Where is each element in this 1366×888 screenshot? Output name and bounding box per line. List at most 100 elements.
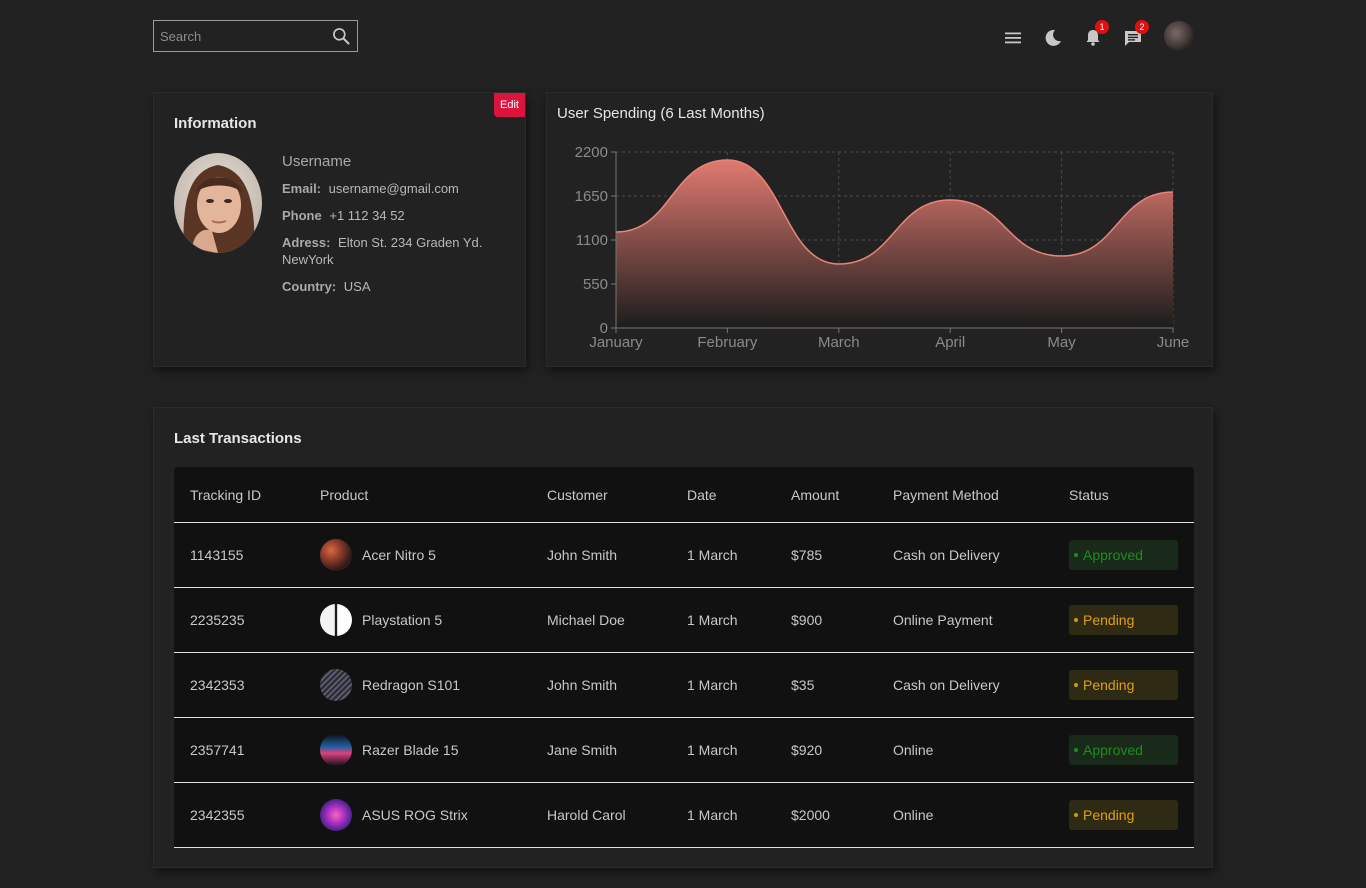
user-avatar[interactable] [1164,21,1194,51]
product-image [320,734,352,766]
phone-label: Phone [282,208,322,223]
country-label: Country: [282,279,337,294]
x-tick-label: February [697,334,758,351]
area-fill [616,160,1173,328]
header-payment-method: Payment Method [893,486,999,503]
spending-chart-card: User Spending (6 Last Months) 0 550 1100 16… [546,92,1213,367]
table-header: Tracking ID Product Customer Date Amount… [174,467,1194,523]
phone-value: +1 112 34 52 [329,208,405,223]
status-badge: Pending [1069,800,1178,830]
customer: John Smith [547,547,618,563]
date: 1 March [687,807,738,823]
status-cell: Pending [1069,783,1178,847]
x-tick-label: May [1047,334,1076,351]
payment-method: Online Payment [893,612,993,628]
country-row: Country: USA [282,278,512,295]
transactions-title: Last Transactions [174,430,302,447]
status-cell: Approved [1069,718,1178,782]
y-tick-label: 1100 [576,232,608,249]
payment-method: Cash on Delivery [893,547,1000,563]
customer: John Smith [547,677,618,693]
menu-icon[interactable] [1001,26,1025,50]
table-row[interactable]: 1143155 Acer Nitro 5 John Smith 1 March … [174,523,1194,588]
date: 1 March [687,612,738,628]
product-name: Acer Nitro 5 [362,547,436,563]
address-row: Adress: Elton St. 234 Graden Yd. NewYork [282,234,512,268]
customer: Michael Doe [547,612,625,628]
tracking-id: 2342353 [190,677,245,693]
product-image [320,604,352,636]
date: 1 March [687,547,738,563]
information-title: Information [174,115,257,132]
product-cell: Razer Blade 15 [320,718,459,782]
date: 1 March [687,742,738,758]
header-status: Status [1069,486,1109,503]
status-cell: Pending [1069,588,1178,652]
email-value: username@gmail.com [328,181,459,196]
search-icon[interactable] [331,26,351,46]
payment-method: Online [893,742,934,758]
product-name: Redragon S101 [362,677,461,693]
notifications-button[interactable]: 1 [1081,20,1109,50]
header-amount: Amount [791,486,840,503]
messages-badge: 2 [1135,20,1149,34]
status-cell: Approved [1069,523,1178,587]
x-tick-label: March [818,334,860,351]
notifications-badge: 1 [1095,20,1109,34]
email-label: Email: [282,181,322,196]
customer: Jane Smith [547,742,618,758]
x-tick-label: January [589,334,643,351]
profile-photo [174,153,262,253]
spending-chart: 0550110016502200January February March Apri… [575,144,1190,351]
product-cell: Playstation 5 [320,588,442,652]
y-tick-label: 550 [583,276,608,293]
header-tracking-id: Tracking ID [190,486,262,503]
y-tick-label: 1650 [575,188,608,205]
tracking-id: 2235235 [190,612,245,628]
customer: Harold Carol [547,807,626,823]
x-tick-label: June [1157,334,1190,351]
header-date: Date [687,486,717,503]
status-cell: Pending [1069,653,1178,717]
product-cell: ASUS ROG Strix [320,783,468,847]
product-cell: Redragon S101 [320,653,460,717]
information-card: Edit Information Username Email: usernam… [153,92,526,367]
country-value: USA [343,279,371,294]
x-tick-label: April [935,334,965,351]
table-row[interactable]: 2357741 Razer Blade 15 Jane Smith 1 Marc… [174,718,1194,783]
payment-method: Cash on Delivery [893,677,1000,693]
amount: $35 [791,677,815,693]
amount: $900 [791,612,823,628]
product-image [320,799,352,831]
username: Username [282,153,352,170]
messages-button[interactable]: 2 [1121,20,1149,50]
tracking-id: 2357741 [190,742,245,758]
transactions-table: Tracking ID Product Customer Date Amount… [174,467,1194,848]
product-image [320,539,352,571]
table-row[interactable]: 2342355 ASUS ROG Strix Harold Carol 1 Ma… [174,783,1194,848]
table-row[interactable]: 2235235 Playstation 5 Michael Doe 1 Marc… [174,588,1194,653]
product-cell: Acer Nitro 5 [320,523,436,587]
header-customer: Customer [547,486,608,503]
amount: $2000 [791,807,830,823]
status-badge: Approved [1069,735,1178,765]
product-name: Playstation 5 [362,612,443,628]
dark-mode-icon[interactable] [1041,26,1065,50]
product-image [320,669,352,701]
amount: $785 [791,547,823,563]
phone-row: Phone +1 112 34 52 [282,207,512,224]
email-row: Email: username@gmail.com [282,180,512,197]
tracking-id: 2342355 [190,807,245,823]
edit-button[interactable]: Edit [494,93,525,117]
header-product: Product [320,486,369,503]
y-tick-label: 2200 [575,144,608,161]
tracking-id: 1143155 [190,547,244,563]
product-name: ASUS ROG Strix [362,807,468,823]
payment-method: Online [893,807,934,823]
status-badge: Pending [1069,605,1178,635]
table-row[interactable]: 2342353 Redragon S101 John Smith 1 March… [174,653,1194,718]
product-name: Razer Blade 15 [362,742,459,758]
user-details: Username Email: username@gmail.com Phone… [282,153,512,305]
search-input[interactable] [154,21,324,51]
status-badge: Approved [1069,540,1178,570]
